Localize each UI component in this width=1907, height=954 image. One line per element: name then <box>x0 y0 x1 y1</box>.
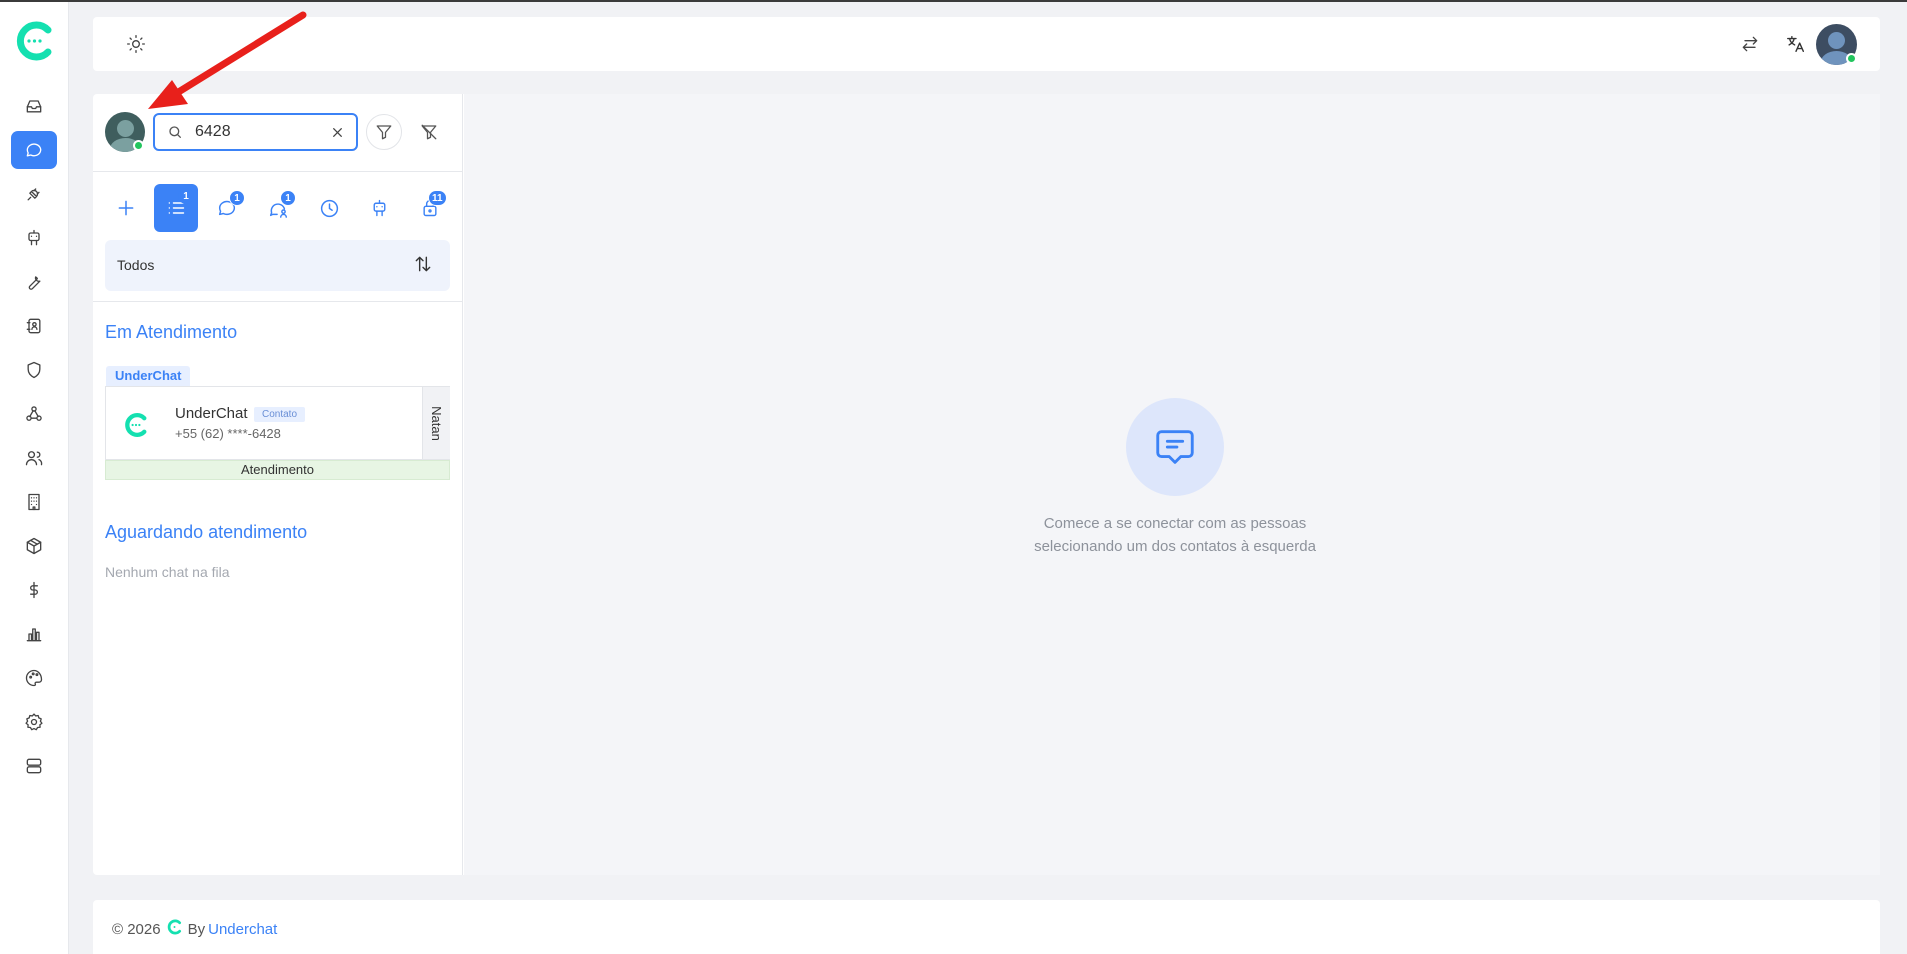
assigned-agent: Natan <box>422 387 450 459</box>
language-button[interactable] <box>1783 31 1809 57</box>
shield-icon <box>27 361 41 379</box>
chat-workspace: 1 1 1 11 Todos Em Atendimento UnderC <box>93 94 1880 875</box>
chat-bubble-icon <box>26 143 42 157</box>
divider <box>93 301 463 302</box>
sidebar-item-home[interactable] <box>11 87 57 125</box>
sidebar-item-integrations[interactable] <box>11 175 57 213</box>
sidebar-item-security[interactable] <box>11 351 57 389</box>
queue-tag: UnderChat <box>106 366 191 386</box>
users-icon <box>25 451 43 466</box>
funnel-off-icon <box>421 124 437 140</box>
tab-new-chat[interactable] <box>104 184 148 232</box>
sidebar-item-themes[interactable] <box>11 659 57 697</box>
assigned-agent-name: Natan <box>429 405 445 441</box>
package-icon <box>26 537 42 555</box>
tab-mine[interactable]: 1 <box>256 184 300 232</box>
empty-chat-illustration <box>1126 398 1224 496</box>
swap-icon <box>1742 36 1758 52</box>
palette-icon <box>25 669 43 687</box>
sun-icon <box>127 35 145 53</box>
inbox-icon <box>26 100 42 113</box>
clear-search-button[interactable] <box>328 123 346 141</box>
agent-online-dot <box>133 140 144 151</box>
sidebar-item-users[interactable] <box>11 439 57 477</box>
in-service-title: Em Atendimento <box>105 322 238 342</box>
translate-icon <box>1787 35 1805 53</box>
sidebar-item-companies[interactable] <box>11 483 57 521</box>
sidebar-item-settings[interactable] <box>11 703 57 741</box>
chat-status-bar: Atendimento <box>105 460 450 480</box>
sidebar-item-products[interactable] <box>11 527 57 565</box>
window-top-border <box>0 0 1907 2</box>
chat-list-panel: 1 1 1 11 Todos Em Atendimento UnderC <box>93 94 463 875</box>
tab-closed-badge: 11 <box>428 190 447 206</box>
sidebar-item-contacts[interactable] <box>11 307 57 345</box>
clock-icon <box>320 199 338 217</box>
footer-copyright: © 2026 <box>112 920 161 938</box>
gear-icon <box>25 713 43 731</box>
clear-filters-button[interactable] <box>411 114 447 150</box>
sidebar-item-tools[interactable] <box>11 263 57 301</box>
sidebar-item-connections[interactable] <box>11 395 57 433</box>
plug-icon <box>27 188 40 201</box>
search-box <box>153 113 358 151</box>
message-square-icon <box>1156 430 1194 464</box>
contact-type-badge: Contato <box>254 407 306 422</box>
contact-phone: +55 (62) ****-6428 <box>175 426 281 441</box>
search-icon <box>167 124 183 145</box>
status-filter-label: Todos <box>117 257 155 273</box>
network-icon <box>26 406 42 421</box>
online-status-dot <box>1846 53 1857 64</box>
wrench-icon <box>28 276 41 290</box>
tab-all[interactable]: 1 <box>154 184 198 232</box>
empty-state-line-2: selecionando um dos contatos à esquerda <box>1034 538 1316 555</box>
empty-state-line-1: Comece a se conectar com as pessoas <box>1043 515 1307 532</box>
sidebar <box>0 2 69 954</box>
footer: © 2026 By Underchat <box>93 900 1880 954</box>
contact-book-icon <box>26 318 41 334</box>
waiting-empty-text: Nenhum chat na fila <box>105 564 230 580</box>
robot-icon <box>28 229 40 246</box>
building-icon <box>28 493 40 511</box>
dollar-icon <box>30 581 38 599</box>
theme-toggle-button[interactable] <box>123 31 149 57</box>
tab-all-badge: 1 <box>178 188 194 204</box>
robot-icon <box>373 199 385 216</box>
tab-pending[interactable] <box>307 184 351 232</box>
footer-logo-icon <box>167 919 182 939</box>
tab-open-badge: 1 <box>229 190 245 206</box>
tab-bot[interactable] <box>357 184 401 232</box>
sidebar-item-bots[interactable] <box>11 219 57 257</box>
sidebar-item-servers[interactable] <box>11 747 57 785</box>
sidebar-item-finance[interactable] <box>11 571 57 609</box>
status-filter-bar[interactable]: Todos <box>105 240 450 291</box>
sort-icon[interactable] <box>413 254 433 279</box>
filter-button[interactable] <box>366 114 402 150</box>
sidebar-item-reports[interactable] <box>11 615 57 653</box>
waiting-title: Aguardando atendimento <box>105 522 308 542</box>
tab-open[interactable]: 1 <box>205 184 249 232</box>
funnel-icon <box>376 125 392 140</box>
plus-icon <box>118 200 134 216</box>
underchat-logo[interactable] <box>15 21 54 61</box>
footer-underchat-link[interactable]: Underchat <box>208 921 277 938</box>
top-header <box>93 17 1880 71</box>
empty-state-text: Comece a se conectar com as pessoas sele… <box>975 512 1375 558</box>
contact-avatar <box>124 412 148 443</box>
bar-chart-icon <box>26 628 42 642</box>
close-icon <box>332 127 342 137</box>
footer-by: By <box>187 920 206 938</box>
switch-company-button[interactable] <box>1737 31 1763 57</box>
contact-name: UnderChat <box>175 405 248 422</box>
search-input[interactable] <box>195 122 325 142</box>
server-icon <box>26 758 42 774</box>
chat-list-item[interactable]: UnderChat Contato +55 (62) ****-6428 Nat… <box>105 386 450 460</box>
tab-closed[interactable]: 11 <box>408 184 452 232</box>
divider <box>93 171 463 172</box>
sidebar-item-chats[interactable] <box>11 131 57 169</box>
chat-empty-state: Comece a se conectar com as pessoas sele… <box>464 94 1880 875</box>
tab-mine-badge: 1 <box>280 190 296 206</box>
